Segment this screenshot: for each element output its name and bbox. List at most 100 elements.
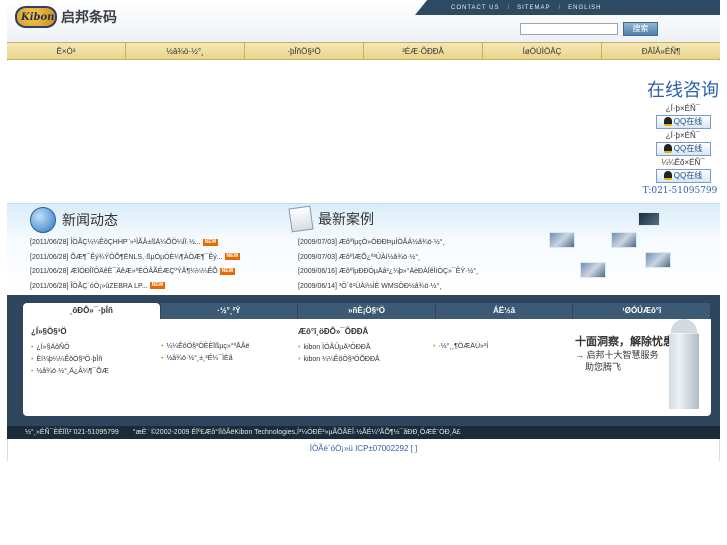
list-item[interactable]: • ·½°¸¸¶ÖÆÄÜ»³Í [433, 341, 488, 353]
news-text: ÎÒÃÇ´óÒ¡»ûZEBRA LP... [70, 282, 148, 290]
tab-personalized[interactable]: ¸ôÐÔ»¯·þÎñ [23, 303, 160, 319]
case-thumbnail[interactable] [549, 232, 575, 248]
new-badge: NEW [224, 253, 241, 261]
list-item[interactable]: [2009/07/03] ÆôºîÆÕ¿ª³ÛÀí½â¾ö·½°¸ [298, 251, 478, 266]
logo-mark: Kibon [15, 6, 57, 28]
case-date: [2009/06/14] [298, 282, 337, 290]
list-item[interactable]: • ½â¾ö·½°¸±¸²É¼¯ÌÈã [161, 353, 249, 365]
news-date: [2011/06/28] [30, 239, 69, 246]
info-link: ·½°¸¸¶ÖÆÄÜ»³Í [438, 343, 489, 350]
contact-us-link[interactable]: CONTACT US [451, 5, 499, 11]
info-link: kibon ¼¼ÊõÖ§³ÖÕÐÐÅ [303, 356, 380, 363]
news-text: ÆÏÒÐÎÏÔÄêÈ¯ÄêÆ»ºÉÖÂÃÉÆÇºÝÂ¶¼¼¼ÊÕ [70, 268, 218, 275]
sitemap-link[interactable]: SITEMAP [517, 5, 550, 11]
new-badge: NEW [219, 267, 236, 275]
document-icon [288, 205, 314, 233]
news-date: [2011/06/28] [30, 282, 69, 290]
case-date: [2009/07/03] [298, 253, 337, 261]
penguin-icon [663, 144, 672, 154]
penguin-icon [663, 171, 672, 181]
case-thumbnail[interactable] [645, 252, 671, 268]
bullet-icon: • [161, 355, 164, 362]
online-chat-widget: 在线咨询 ¿Í·þ×ÉÑ¯ QQ在线 ¿Í·þ×ÉÑ¯ QQ在线 ¼¼Êõ×ÉÑ… [643, 76, 723, 196]
new-badge: NEW [149, 282, 166, 290]
nav-item-support[interactable]: ·þÎñÖ§³Ö [245, 43, 364, 59]
support-column: ¿Í»§Ö§³Ö • ¿Í»§ÁôÑÔ • Èí¼þ¼¼ÊõÖ§³Ö·þÎñ • ½â… [31, 327, 109, 378]
bullet-icon: • [31, 368, 34, 375]
list-item[interactable]: • Èí¼þ¼¼ÊõÖ§³Ö·þÎñ [31, 354, 109, 366]
news-title: 新闻动态 [62, 213, 118, 229]
nav-item-products[interactable]: ³ÉÆ·ÕÐÐÅ [364, 43, 483, 59]
nav-item-home[interactable]: Ê×Ò³ [7, 43, 126, 59]
custom-column: • ·½°¸¸¶ÖÆÄÜ»³Í [433, 341, 488, 353]
news-heading: 新闻动态 [30, 207, 118, 233]
news-list: [2011/06/28] ÎÒÃÇ¼¼ÊõÇHHP¨»¹ÌÃÂ±ßÄ¼ÕÖ¼ÍÏ… [30, 236, 241, 295]
chat-label: ¿Í·þ×ÉÑ¯ [665, 104, 701, 113]
qq-button-label: QQ在线 [673, 171, 703, 180]
top-link-separator: / [507, 4, 510, 11]
icp-record-link[interactable]: ÍÒÃé´óÒ¡»ü ICP±07002292 [ ] [0, 444, 727, 453]
bullet-icon: • [433, 343, 436, 350]
case-text: ÆôºîµÐÐÓµÄâ²¿¼þ»°ÄèÐÀÍêÌìÖÇ»¯ÊÝ·½°¸ [338, 268, 479, 275]
news-text: ÎÒÃÇ¼¼ÊõÇHHP¨»¹ÌÃÂ±ßÄ¼ÕÖ¼ÍÏ·½... [70, 239, 201, 246]
chat-label: ¼¼Êõ×ÉÑ¯ [661, 158, 705, 167]
tab-about-kibon[interactable]: ¹ØÓÚÆô°î [573, 303, 710, 319]
cases-title: 最新案例 [318, 212, 374, 228]
chat-phone: T:021-51095799 [642, 186, 718, 196]
list-item[interactable]: [2011/06/28] ÕÆ¶¯Êý¾ÝÖÕ¶ËNLS,·ßµÓµÓÈ¼¶ÀÖ… [30, 251, 241, 266]
news-date: [2011/06/28] [30, 268, 69, 275]
list-item[interactable]: [2009/07/03] ÆôºîµçÓ»ÓÐÐÞµÍÒÃÁ½â¾ö·½°¸ [298, 236, 478, 251]
promo-block[interactable]: 十面洞察，解除忧患 → 启邦十大智慧服务 助您腾飞 [575, 333, 674, 373]
info-column: Æô°î¸öÐÔ»¯ÕÐÐÅ • kibon ÌÖÂÛµÄ³ÖÐÐÅ • kibon… [298, 327, 380, 366]
list-item[interactable]: [2011/06/28] ÎÒÃÇ¼¼ÊõÇHHP¨»¹ÌÃÂ±ßÄ¼ÕÖ¼ÍÏ… [30, 236, 240, 251]
case-thumbnail[interactable] [611, 232, 637, 248]
search-button[interactable]: 搜索 [623, 22, 658, 36]
support-link: ½â¾ö·½°¸±¸²É¼¯ÌÈã [166, 355, 233, 362]
bullet-icon: • [31, 356, 34, 363]
list-item[interactable]: [2009/06/16] ÆôºîµÐÐÓµÄâ²¿¼þ»°ÄèÐÀÍêÌìÖÇ… [298, 265, 478, 280]
list-item[interactable]: • ¼¼ÊõÖ§³ÖÈÈÏßµç»°ºÅÂë [161, 341, 249, 353]
news-date: [2011/06/28] [30, 253, 69, 261]
nav-item-solutions[interactable]: ½â¾ö·½°¸ [126, 43, 245, 59]
support-heading: ¿Í»§Ö§³Ö [31, 327, 67, 336]
list-item[interactable]: [2011/06/28] ÎÒÃÇ´óÒ¡»ûZEBRA LP... NEW [30, 280, 240, 295]
search-input[interactable] [520, 23, 618, 35]
list-item[interactable]: • kibon ÌÖÂÛµÄ³ÖÐÐÅ [298, 342, 380, 354]
footer-copyright: °æÈ¨ ©2002-2009 ÉÏº£Æô°îÌõÂëKibon Techno… [132, 429, 461, 436]
cases-list: [2009/07/03] ÆôºîµçÓ»ÓÐÐÞµÍÒÃÁ½â¾ö·½°¸ [… [298, 236, 478, 294]
case-date: [2009/06/16] [298, 268, 337, 275]
case-date: [2009/07/03] [298, 239, 337, 246]
support-link: ½â¾ö·½°¸Ä¿Â¼¶¯ÕÆ [36, 368, 109, 375]
case-thumbnail[interactable] [638, 212, 660, 226]
globe-icon [30, 207, 56, 233]
chat-label: ¿Í·þ×ÉÑ¯ [665, 131, 701, 140]
banner-area [7, 61, 720, 203]
top-link-bar: CONTACT US / SITEMAP / ENGLISH [415, 0, 720, 15]
case-text: ÆôºîµçÓ»ÓÐÐÞµÍÒÃÁ½â¾ö·½°¸ [338, 239, 445, 246]
tab-support[interactable]: »ñÈ¡Ö§³Ö [298, 303, 435, 319]
tab-about-solutions[interactable]: ÁË½â [435, 303, 573, 319]
nav-item-forum[interactable]: ÍøÓÚÌÖÂÇ [483, 43, 602, 59]
qq-online-button[interactable]: QQ在线 [655, 142, 711, 156]
qq-online-button[interactable]: QQ在线 [655, 169, 711, 183]
info-heading: Æô°î¸öÐÔ»¯ÕÐÐÅ [298, 327, 369, 336]
list-item[interactable]: [2009/06/14] ³Ö´¢¹ÜÀí½ÌÈ WMSÖÐ½â¾ö·½°¸ [298, 280, 478, 295]
case-thumbnail[interactable] [580, 262, 606, 278]
logo-mark-text: Kibon [21, 12, 55, 23]
nav-item-news[interactable]: ÐÂÎÅ»ÉÑ¶ [602, 43, 720, 59]
main-nav: Ê×Ò³ ½â¾ö·½°¸ ·þÎñÖ§³Ö ³ÉÆ·ÕÐÐÅ ÍøÓÚÌÖÂÇ… [7, 42, 720, 60]
penguin-icon [663, 117, 672, 127]
list-item[interactable]: • ¿Í»§ÁôÑÔ [31, 342, 109, 354]
list-item[interactable]: • kibon ¼¼ÊõÖ§³ÖÕÐÐÅ [298, 354, 380, 366]
tab-solutions[interactable]: ·½°¸²Ý [160, 303, 298, 319]
bullet-icon: • [298, 344, 301, 351]
list-item[interactable]: [2011/06/28] ÆÏÒÐÎÏÔÄêÈ¯ÄêÆ»ºÉÖÂÃÉÆÇºÝÂ¶… [30, 265, 240, 280]
chat-title: 在线咨询 [647, 80, 719, 101]
support-link: Èí¼þ¼¼ÊõÖ§³Ö·þÎñ [36, 356, 103, 363]
hotline-column: • ¼¼ÊõÖ§³ÖÈÈÏßµç»°ºÅÂë • ½â¾ö·½°¸±¸²É¼¯ÌÈã [161, 341, 249, 365]
qq-online-button[interactable]: QQ在线 [655, 115, 711, 129]
english-link[interactable]: ENGLISH [568, 5, 601, 11]
list-item[interactable]: • ½â¾ö·½°¸Ä¿Â¼¶¯ÕÆ [31, 366, 109, 378]
site-logo[interactable]: Kibon 启邦条码 [15, 6, 117, 28]
case-text: ÆôºîÆÕ¿ª³ÛÀí½â¾ö·½°¸ [338, 253, 421, 261]
